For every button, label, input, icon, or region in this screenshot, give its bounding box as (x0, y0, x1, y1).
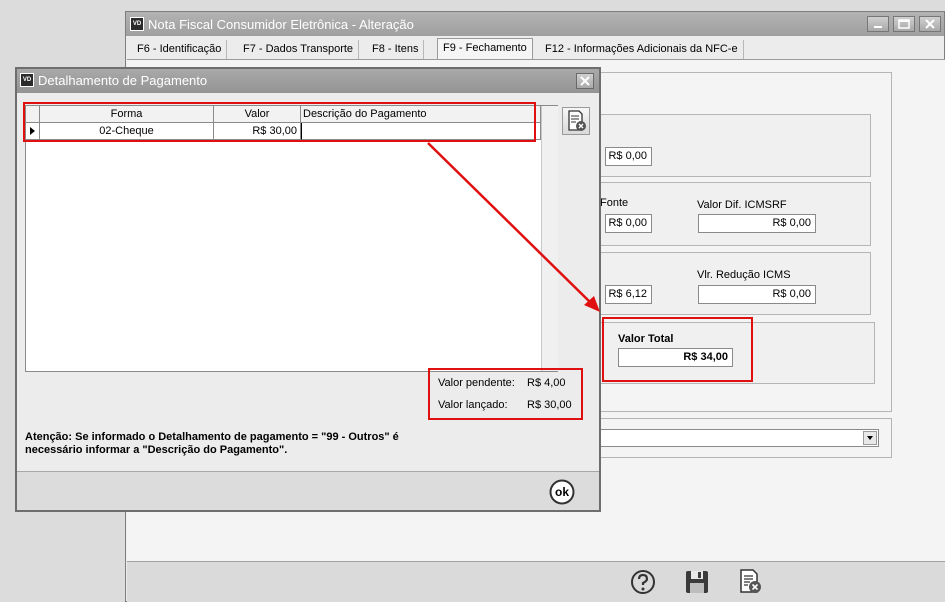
highlight-arrow (427, 142, 600, 312)
